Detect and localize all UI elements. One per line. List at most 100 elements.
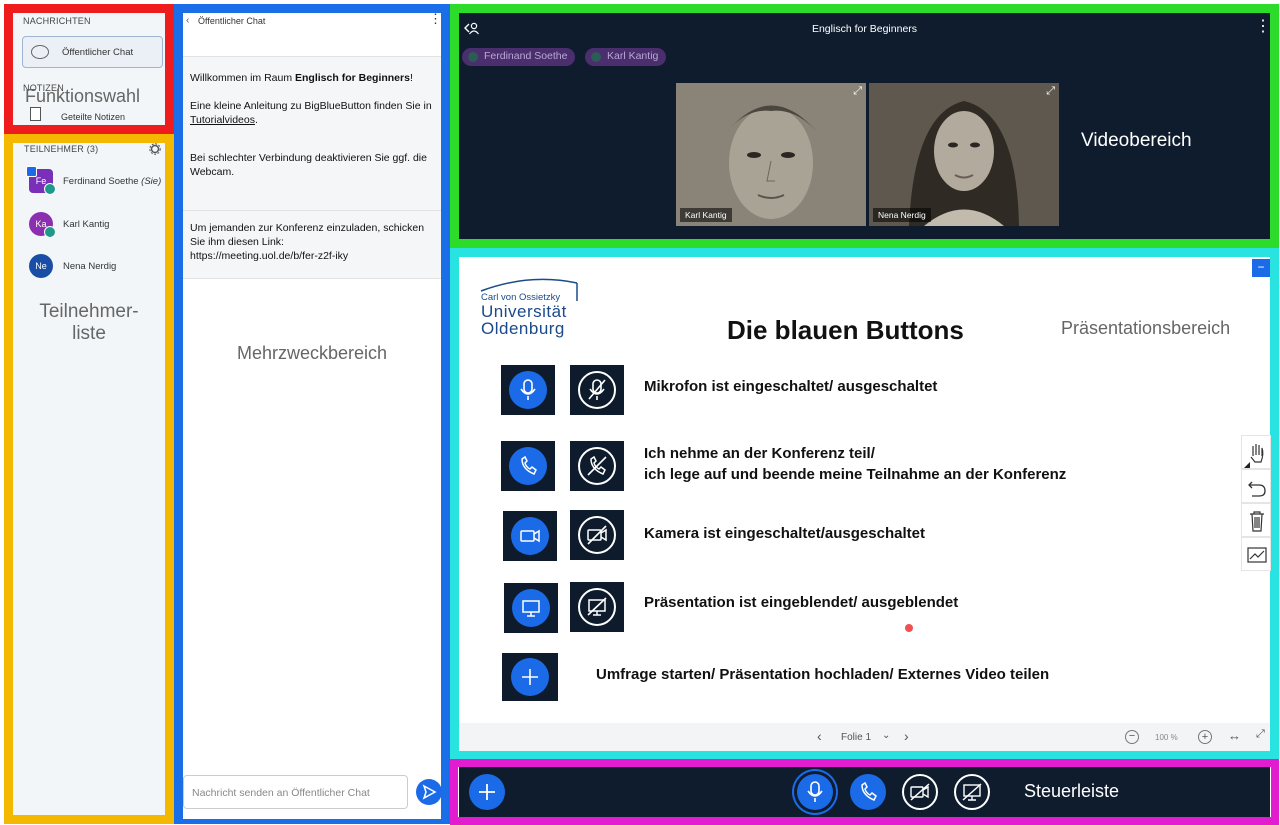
gear-icon[interactable] bbox=[149, 143, 161, 155]
avatar: Ne bbox=[29, 254, 53, 278]
share-webcam-button[interactable] bbox=[902, 774, 938, 810]
actions-sample bbox=[502, 653, 558, 701]
fit-width-icon[interactable]: ↔ bbox=[1228, 728, 1241, 743]
actions-button[interactable] bbox=[469, 774, 505, 810]
row-text: Mikrofon ist eingeschaltet/ ausgeschalte… bbox=[644, 378, 938, 395]
screen-off-icon bbox=[962, 783, 982, 801]
presentation-toolbar: ‹ Folie 1 ⌄ › − 100 % + ↔ ⤢ bbox=[459, 723, 1270, 751]
webcam-image bbox=[869, 83, 1059, 226]
video-area-label: Videobereich bbox=[1081, 130, 1192, 151]
chat-panel: ‹ Öffentlicher Chat ⋮ Willkommen im Raum… bbox=[183, 12, 442, 819]
tutorial-link[interactable]: Tutorialvideos bbox=[190, 114, 255, 126]
prev-slide-icon[interactable]: ‹ bbox=[817, 728, 822, 744]
invite-link[interactable]: https://meeting.uol.de/b/fer-z2f-iky bbox=[190, 249, 434, 263]
undo-button[interactable] bbox=[1241, 469, 1271, 503]
user-name: Nena Nerdig bbox=[63, 261, 117, 272]
multipurpose-label: Mehrzweckbereich bbox=[236, 343, 388, 363]
control-bar-label: Steuerleiste bbox=[1024, 781, 1120, 801]
mute-button[interactable] bbox=[797, 774, 833, 810]
invite-message: Um jemanden zur Konferenz einzuladen, sc… bbox=[183, 211, 441, 279]
more-options-icon[interactable]: ⋮ bbox=[1255, 19, 1271, 35]
chart-icon bbox=[1247, 547, 1267, 563]
messages-title: NACHRICHTEN bbox=[23, 16, 91, 26]
control-bar: Steuerleiste bbox=[459, 767, 1270, 817]
video-tile[interactable]: Karl Kantig ⤢ bbox=[676, 83, 866, 226]
hand-tool-button[interactable] bbox=[1241, 435, 1271, 469]
undo-icon bbox=[1248, 481, 1266, 497]
phone-icon bbox=[861, 781, 877, 801]
camera-icon bbox=[520, 529, 540, 543]
logo-line3: Oldenburg bbox=[481, 319, 565, 338]
talker-pill: Karl Kantig bbox=[585, 48, 667, 66]
video-name: Karl Kantig bbox=[680, 208, 732, 222]
invite-text: Um jemanden zur Konferenz einzuladen, sc… bbox=[190, 222, 425, 248]
pointer-dot bbox=[905, 624, 913, 632]
video-area: Englisch for Beginners ⋮ Ferdinand Soeth… bbox=[459, 13, 1271, 239]
public-chat-item[interactable]: Öffentlicher Chat bbox=[22, 36, 163, 68]
send-button[interactable] bbox=[416, 779, 442, 805]
plus-icon bbox=[479, 784, 495, 800]
camera-off-icon bbox=[910, 783, 930, 801]
row-text: ich lege auf und beende meine Teilnahme … bbox=[644, 466, 1067, 483]
multi-user-button[interactable] bbox=[1241, 537, 1271, 571]
plus-icon bbox=[522, 669, 538, 685]
fullscreen-icon[interactable]: ⤢ bbox=[1256, 728, 1265, 741]
next-slide-icon[interactable]: › bbox=[904, 728, 909, 744]
meeting-title: Englisch for Beginners bbox=[811, 23, 918, 35]
user-item[interactable]: Fe Ferdinand Soethe (Sie) bbox=[26, 166, 169, 199]
presentation-off-sample bbox=[570, 582, 624, 632]
guide-text: Eine kleine Anleitung zu BigBlueButton f… bbox=[190, 100, 432, 126]
tip-text: Bei schlechter Verbindung deaktivieren S… bbox=[190, 152, 427, 178]
lock-icon bbox=[44, 226, 56, 238]
minimize-button[interactable]: − bbox=[1252, 259, 1270, 277]
clear-button[interactable] bbox=[1241, 503, 1271, 537]
share-presentation-button[interactable] bbox=[954, 774, 990, 810]
fullscreen-icon[interactable]: ⤢ bbox=[853, 85, 862, 98]
welcome-message: Willkommen im Raum Englisch for Beginner… bbox=[183, 57, 441, 211]
chevron-down-icon[interactable]: ⌄ bbox=[882, 730, 890, 741]
chat-header: ‹ Öffentlicher Chat ⋮ bbox=[183, 12, 442, 57]
presentation-area-label: Präsentationsbereich bbox=[1061, 318, 1231, 338]
shared-notes-item[interactable]: Geteilte Notizen bbox=[61, 112, 125, 122]
notes-icon bbox=[30, 107, 41, 121]
talker-pill: Ferdinand Soethe bbox=[462, 48, 576, 66]
row-text: Kamera ist eingeschaltet/ausgeschaltet bbox=[644, 525, 925, 542]
microphone-icon bbox=[807, 781, 823, 802]
presentation-area: − Carl von Ossietzky Universität Oldenbu… bbox=[459, 257, 1271, 751]
row-text: Ich nehme an der Konferenz teil/ bbox=[644, 445, 875, 462]
more-options-icon[interactable]: ⋮ bbox=[429, 12, 442, 25]
participants-title: TEILNEHMER (3) bbox=[24, 144, 99, 154]
chat-input[interactable]: Nachricht senden an Öffentlicher Chat bbox=[183, 775, 408, 809]
user-item[interactable]: Ne Nena Nerdig bbox=[29, 254, 169, 284]
send-icon bbox=[422, 784, 437, 800]
fullscreen-icon[interactable]: ⤢ bbox=[1046, 85, 1055, 98]
hand-icon bbox=[1244, 444, 1264, 468]
phone-hangup-icon bbox=[587, 455, 607, 476]
webcam-image bbox=[676, 83, 866, 226]
zoom-in-icon[interactable]: + bbox=[1198, 730, 1212, 744]
mic-off-sample bbox=[570, 365, 624, 415]
user-item[interactable]: Ka Karl Kantig bbox=[29, 212, 169, 242]
logo-line2: Universität bbox=[481, 302, 567, 321]
zoom-out-icon[interactable]: − bbox=[1125, 730, 1139, 744]
slide-title: Die blauen Buttons bbox=[727, 315, 964, 345]
leave-audio-sample bbox=[570, 441, 624, 491]
lock-icon bbox=[44, 183, 56, 195]
phone-icon bbox=[521, 455, 537, 475]
trash-icon bbox=[1250, 511, 1264, 532]
zoom-level: 100 % bbox=[1155, 733, 1178, 742]
chat-title: Öffentlicher Chat bbox=[198, 16, 266, 26]
join-audio-sample bbox=[501, 441, 555, 491]
microphone-icon bbox=[520, 379, 536, 400]
leave-audio-button[interactable] bbox=[850, 774, 886, 810]
microphone-muted-icon bbox=[588, 379, 606, 400]
video-tile[interactable]: Nena Nerdig ⤢ bbox=[869, 83, 1059, 226]
participants-list-label: Teilnehmer- liste bbox=[39, 301, 139, 344]
screen-off-icon bbox=[587, 597, 607, 616]
presenter-icon bbox=[26, 166, 37, 177]
camera-off-icon bbox=[587, 525, 607, 545]
back-chevron-icon[interactable]: ‹ bbox=[186, 15, 189, 26]
screen-icon bbox=[522, 600, 540, 617]
mic-dot-icon bbox=[591, 52, 601, 62]
slide-select[interactable]: Folie 1 bbox=[841, 732, 871, 743]
